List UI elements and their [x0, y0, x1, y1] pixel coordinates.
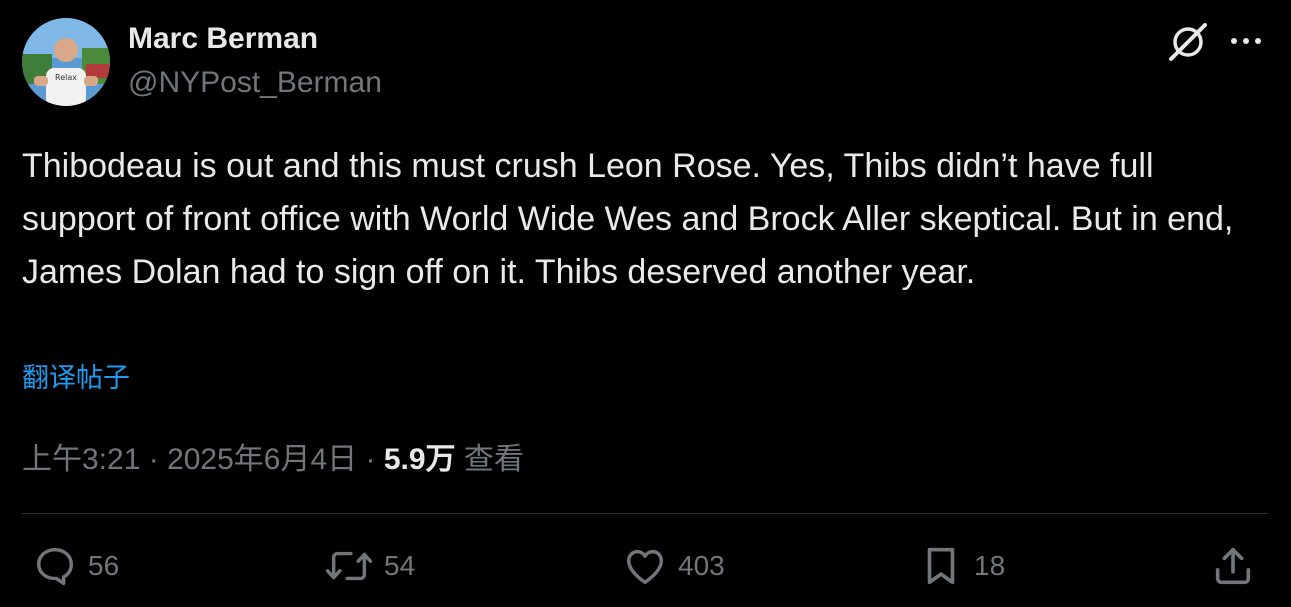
- tweet-time[interactable]: 上午3:21: [22, 443, 140, 476]
- author-handle[interactable]: @NYPost_Berman: [128, 66, 382, 100]
- grok-icon[interactable]: [1166, 20, 1210, 64]
- share-button[interactable]: [1210, 540, 1256, 592]
- views-label: 查看: [463, 443, 524, 476]
- like-count: 403: [678, 550, 725, 581]
- heart-icon: [626, 549, 664, 585]
- retweet-icon: [325, 551, 373, 581]
- divider: [22, 513, 1268, 514]
- avatar-shirt-text: Relax: [55, 73, 77, 82]
- retweet-count: 54: [384, 550, 416, 581]
- more-icon[interactable]: [1226, 26, 1266, 56]
- translate-post-link[interactable]: 翻译帖子: [22, 356, 130, 395]
- reply-count: 56: [88, 550, 120, 581]
- meta-separator: ·: [357, 443, 384, 476]
- like-button[interactable]: 403: [622, 540, 725, 592]
- author-name[interactable]: Marc Berman: [128, 22, 318, 56]
- avatar[interactable]: Relax: [22, 18, 110, 106]
- bookmark-icon: [927, 547, 955, 585]
- reply-icon: [36, 547, 74, 586]
- reply-button[interactable]: 56: [32, 540, 119, 592]
- share-icon: [1215, 547, 1251, 585]
- tweet-meta: 上午3:21 · 2025年6月4日 · 5.9万 查看: [22, 434, 524, 478]
- retweet-button[interactable]: 54: [324, 540, 415, 592]
- views-count: 5.9万: [383, 443, 456, 476]
- bookmark-count: 18: [974, 550, 1006, 581]
- avatar-image: Relax: [22, 18, 110, 106]
- tweet-date[interactable]: 2025年6月4日: [167, 443, 357, 476]
- bookmark-button[interactable]: 18: [918, 540, 1005, 592]
- tweet-text: Thibodeau is out and this must crush Leo…: [22, 147, 1234, 291]
- meta-separator: ·: [140, 443, 168, 476]
- tweet-card: Relax Marc Berman @NYPost_Berman Thibode…: [0, 0, 1291, 607]
